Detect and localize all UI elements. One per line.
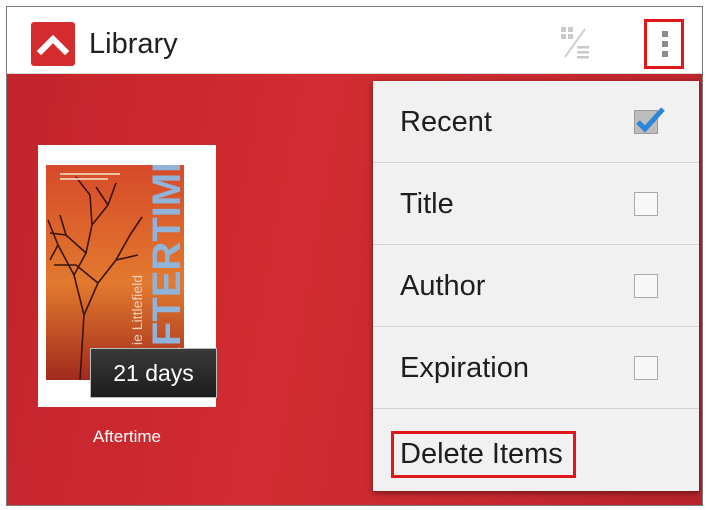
- page-title: Library: [89, 28, 178, 60]
- cover-title: AFTERTIME: [145, 165, 184, 375]
- menu-item-delete-items[interactable]: Delete Items: [373, 409, 699, 491]
- app-window: Library AFTERTIME ie Littlefield 21 days…: [6, 6, 703, 506]
- menu-item-author[interactable]: Author: [373, 245, 699, 327]
- title-checkbox[interactable]: [634, 192, 658, 216]
- menu-item-label: Author: [400, 270, 486, 302]
- cover-author: ie Littlefield: [129, 275, 145, 345]
- delete-items-label: Delete Items: [400, 438, 563, 470]
- menu-item-label: Expiration: [400, 352, 529, 384]
- menu-item-label: Title: [400, 188, 454, 220]
- sort-menu: Recent Title Author Expiration Delete It…: [373, 81, 699, 491]
- author-checkbox[interactable]: [634, 274, 658, 298]
- loan-days-badge: 21 days: [90, 348, 217, 398]
- menu-item-expiration[interactable]: Expiration: [373, 327, 699, 409]
- up-arrow-logo-icon[interactable]: [31, 22, 75, 66]
- recent-checkbox[interactable]: [634, 107, 665, 134]
- expiration-checkbox[interactable]: [634, 356, 658, 380]
- book-title[interactable]: Aftertime: [38, 427, 216, 447]
- overflow-menu-icon: [662, 31, 668, 37]
- grid-list-toggle-icon[interactable]: [555, 25, 593, 61]
- delete-items-button[interactable]: Delete Items: [391, 431, 576, 478]
- menu-item-label: Recent: [400, 106, 492, 138]
- overflow-menu-button[interactable]: [644, 19, 684, 69]
- checkmark-icon: [636, 107, 665, 133]
- menu-item-recent[interactable]: Recent: [373, 81, 699, 163]
- app-bar: Library: [7, 7, 702, 74]
- menu-item-title[interactable]: Title: [373, 163, 699, 245]
